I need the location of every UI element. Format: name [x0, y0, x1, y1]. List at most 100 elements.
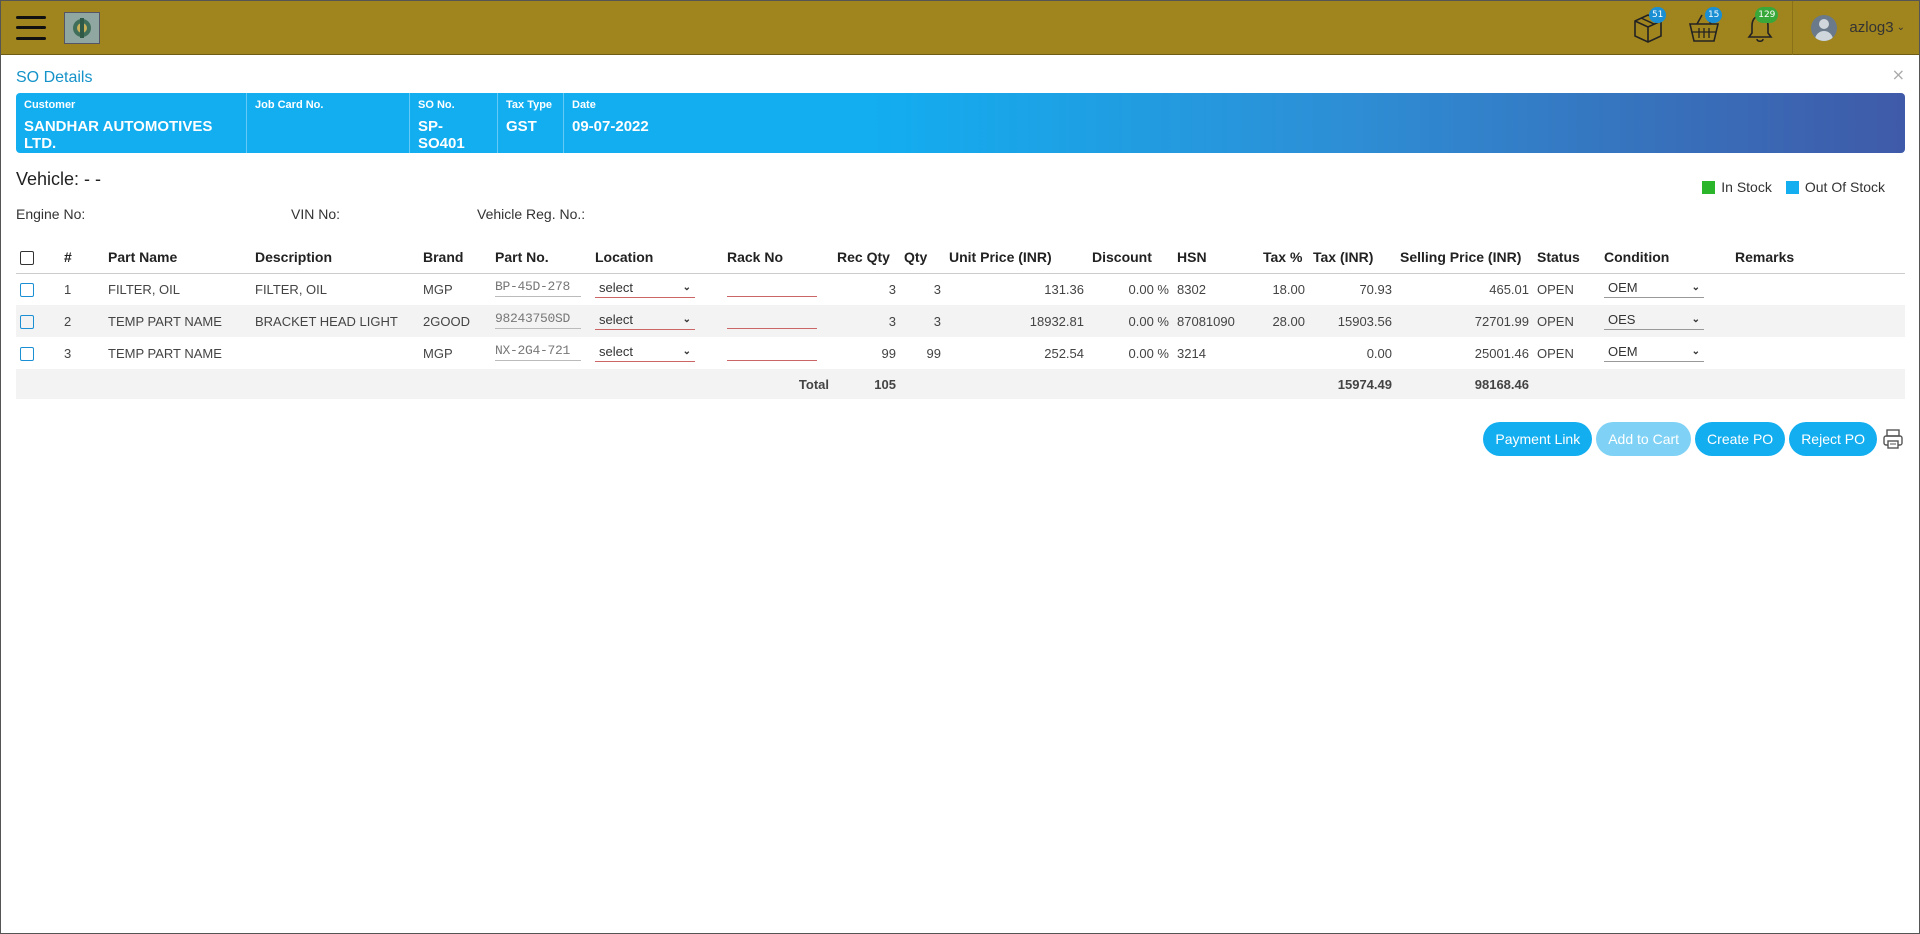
out-of-stock-swatch [1785, 180, 1799, 194]
tax-type-value: GST [506, 118, 537, 135]
legend-out-of-stock: Out Of Stock [1785, 179, 1885, 195]
row-num: 3 [60, 337, 104, 369]
top-navbar: 51 15 129 azlog3 ⌄ [1, 0, 1919, 55]
parts-table: # Part Name Description Brand Part No. L… [16, 241, 1905, 399]
reject-po-button[interactable]: Reject PO [1789, 422, 1877, 456]
row-part-no-cell: 98243750SD [491, 305, 591, 337]
row-checkbox[interactable] [20, 314, 34, 329]
table-row: 2 TEMP PART NAME BRACKET HEAD LIGHT 2GOO… [16, 305, 1905, 337]
row-tax-inr: 70.93 [1309, 273, 1396, 305]
condition-select[interactable]: OES ⌄ [1604, 312, 1704, 330]
job-card-cell: Job Card No. [247, 93, 410, 153]
vehicle-reg-label: Vehicle Reg. No.: [477, 206, 586, 222]
location-select[interactable]: select ⌄ [595, 280, 695, 299]
col-status: Status [1533, 241, 1600, 274]
row-description [251, 337, 419, 369]
printer-icon[interactable] [1881, 427, 1905, 451]
part-no-field[interactable]: BP-45D-278 [495, 279, 581, 297]
row-location-cell: select ⌄ [591, 273, 723, 305]
col-tax-pct: Tax % [1259, 241, 1309, 274]
row-rec-qty: 3 [833, 273, 900, 305]
job-card-label: Job Card No. [255, 99, 324, 111]
payment-link-button[interactable]: Payment Link [1483, 422, 1593, 456]
row-description: FILTER, OIL [251, 273, 419, 305]
total-label: Total [16, 369, 833, 399]
table-row: 1 FILTER, OIL FILTER, OIL MGP BP-45D-278… [16, 273, 1905, 305]
col-tax-inr: Tax (INR) [1309, 241, 1396, 274]
close-icon[interactable]: × [1892, 65, 1905, 84]
part-no-field[interactable]: 98243750SD [495, 311, 581, 329]
row-selling-price: 72701.99 [1396, 305, 1533, 337]
avatar [1811, 14, 1838, 41]
row-hsn: 87081090 [1173, 305, 1259, 337]
location-select[interactable]: select ⌄ [595, 312, 695, 330]
notification-badge: 129 [1755, 6, 1779, 23]
row-remarks [1731, 305, 1905, 337]
so-no-value: SP-SO401 [418, 118, 465, 152]
row-status: OPEN [1533, 273, 1600, 305]
location-select[interactable]: select ⌄ [595, 344, 695, 362]
rack-no-input[interactable] [727, 343, 817, 361]
table-row: 3 TEMP PART NAME MGP NX-2G4-721 select ⌄ … [16, 337, 1905, 369]
navbar-divider [1792, 0, 1794, 55]
condition-select-value: OEM [1608, 344, 1638, 359]
total-tail [1533, 369, 1905, 399]
row-hsn: 3214 [1173, 337, 1259, 369]
row-status: OPEN [1533, 305, 1600, 337]
user-name: azlog3 [1849, 19, 1894, 36]
date-cell: Date 09-07-2022 [564, 93, 657, 153]
row-discount: 0.00 % [1088, 273, 1173, 305]
row-num: 2 [60, 305, 104, 337]
so-no-label: SO No. [418, 99, 455, 111]
add-to-cart-button[interactable]: Add to Cart [1596, 422, 1692, 456]
rack-no-input[interactable] [727, 279, 817, 297]
row-unit-price: 131.36 [945, 273, 1088, 305]
vehicle-heading: Vehicle: - - [16, 169, 102, 189]
menu-icon[interactable] [16, 15, 46, 40]
row-condition-cell: OES ⌄ [1600, 305, 1731, 337]
col-part-no: Part No. [491, 241, 591, 274]
chevron-down-icon: ⌄ [682, 282, 691, 294]
row-unit-price: 18932.81 [945, 305, 1088, 337]
condition-select[interactable]: OEM ⌄ [1604, 280, 1704, 299]
condition-select[interactable]: OEM ⌄ [1604, 344, 1704, 362]
col-unit-price: Unit Price (INR) [945, 241, 1088, 274]
row-selling-price: 25001.46 [1396, 337, 1533, 369]
total-tax-inr: 15974.49 [1309, 369, 1396, 399]
basket-badge: 15 [1704, 6, 1723, 23]
row-rec-qty: 3 [833, 305, 900, 337]
location-select-value: select [599, 312, 633, 327]
col-qty: Qty [900, 241, 945, 274]
part-no-field[interactable]: NX-2G4-721 [495, 343, 581, 361]
row-tax-inr: 0.00 [1309, 337, 1396, 369]
user-menu[interactable]: azlog3 ⌄ [1797, 1, 1919, 55]
row-checkbox[interactable] [20, 283, 34, 298]
row-checkbox-cell [16, 273, 60, 305]
row-checkbox[interactable] [20, 346, 34, 361]
row-brand: MGP [419, 337, 491, 369]
bell-icon[interactable]: 129 [1732, 1, 1788, 55]
row-location-cell: select ⌄ [591, 305, 723, 337]
row-brand: MGP [419, 273, 491, 305]
package-icon[interactable]: 51 [1620, 1, 1676, 55]
row-condition-cell: OEM ⌄ [1600, 273, 1731, 305]
row-rack-cell [723, 337, 833, 369]
chevron-down-icon: ⌄ [1691, 346, 1700, 357]
condition-select-value: OEM [1608, 280, 1638, 296]
basket-icon[interactable]: 15 [1676, 1, 1732, 55]
tax-type-cell: Tax Type GST [498, 93, 564, 153]
col-remarks: Remarks [1731, 241, 1905, 274]
select-all-checkbox[interactable] [20, 250, 34, 265]
condition-select-value: OES [1608, 312, 1636, 327]
row-rec-qty: 99 [833, 337, 900, 369]
col-brand: Brand [419, 241, 491, 274]
rack-no-input[interactable] [727, 311, 817, 329]
company-logo[interactable] [64, 11, 100, 44]
row-remarks [1731, 337, 1905, 369]
create-po-button[interactable]: Create PO [1695, 422, 1786, 456]
customer-value: SANDHAR AUTOMOTIVES LTD. [24, 118, 213, 152]
date-label: Date [572, 99, 596, 111]
row-qty: 3 [900, 273, 945, 305]
row-condition-cell: OEM ⌄ [1600, 337, 1731, 369]
action-buttons: Payment Link Add to Cart Create PO Rejec… [1479, 422, 1905, 456]
